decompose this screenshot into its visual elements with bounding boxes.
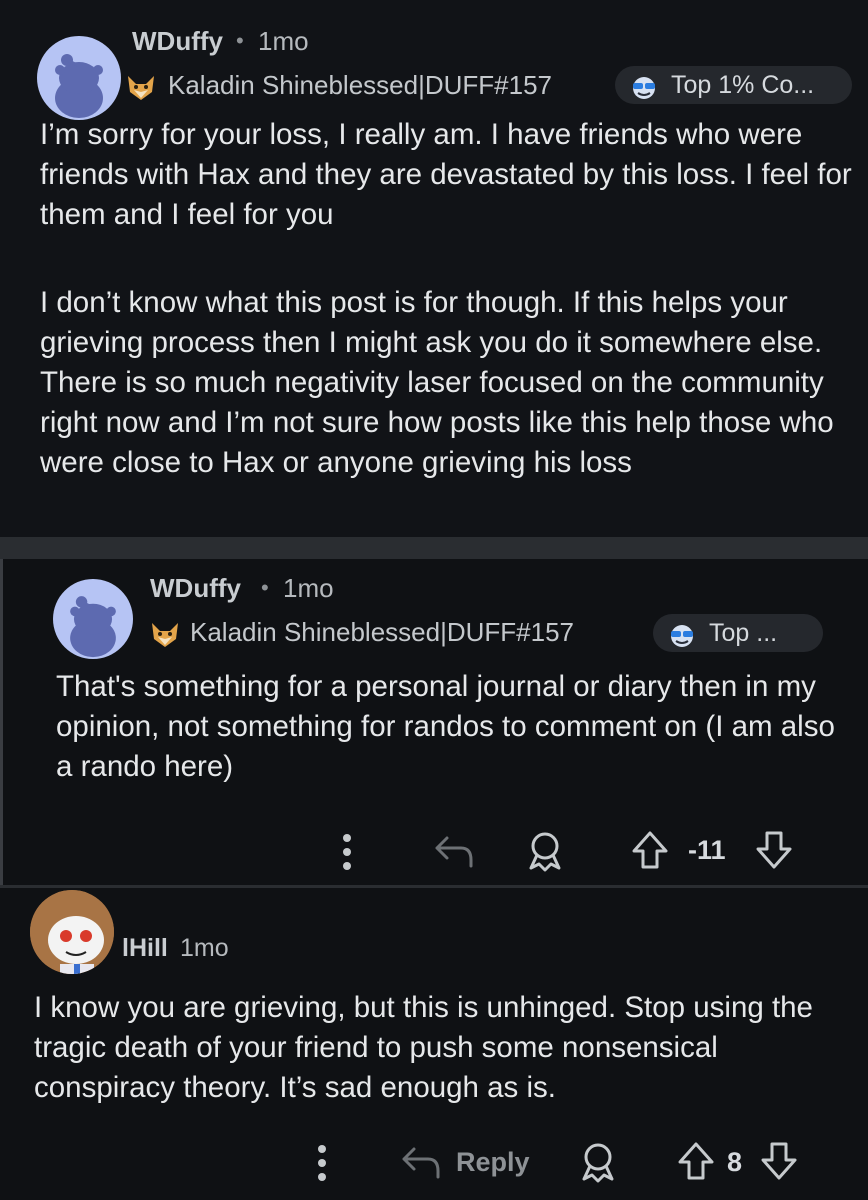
reply-button[interactable]: Reply (456, 1147, 530, 1178)
username[interactable]: WDuffy (132, 26, 223, 57)
comment-paragraph: I’m sorry for your loss, I really am. I … (40, 118, 852, 231)
avatar[interactable] (37, 36, 121, 120)
comment-paragraph: I know you are grieving, but this is unh… (34, 991, 813, 1104)
sunglasses-badge-icon (629, 73, 659, 111)
downvote-arrow-icon[interactable] (760, 1141, 798, 1186)
comment-1: WDuffy • 1mo Kaladin Shineblessed|DUFF#1… (0, 0, 868, 537)
custom-snoo-avatar-icon (30, 890, 114, 974)
fox-flair-icon (148, 619, 182, 654)
achievement-badge[interactable]: Top ... (653, 614, 823, 652)
comment-paragraph: I don’t know what this post is for thoug… (40, 286, 834, 479)
reply-arrow-icon[interactable] (433, 834, 475, 875)
badge-label: Top 1% Co... (671, 71, 815, 99)
user-flair: Kaladin Shineblessed|DUFF#157 (190, 617, 574, 647)
achievement-badge[interactable]: Top 1% Co... (615, 66, 852, 104)
award-icon[interactable] (525, 830, 565, 877)
sunglasses-badge-icon (667, 621, 697, 659)
vote-score: -11 (688, 835, 726, 865)
avatar[interactable] (53, 579, 133, 659)
avatar[interactable] (30, 890, 114, 974)
fox-flair-icon (124, 72, 158, 107)
comment-2: WDuffy • 1mo Kaladin Shineblessed|DUFF#1… (0, 559, 868, 885)
vote-score: 8 (727, 1147, 743, 1177)
award-icon[interactable] (578, 1141, 618, 1188)
more-vertical-icon[interactable] (340, 832, 354, 877)
thread-divider (0, 537, 868, 559)
username[interactable]: lHill (122, 934, 168, 963)
comment-age: 1mo (258, 26, 309, 56)
comment-age: 1mo (283, 573, 334, 603)
user-flair: Kaladin Shineblessed|DUFF#157 (168, 70, 552, 100)
separator-dot: • (261, 575, 269, 600)
comment-paragraph: That's something for a personal journal … (56, 670, 835, 783)
upvote-arrow-icon[interactable] (631, 830, 669, 875)
upvote-arrow-icon[interactable] (677, 1141, 715, 1186)
snoo-avatar-icon (70, 596, 116, 658)
reply-arrow-icon[interactable] (400, 1145, 442, 1186)
comment-3: lHill 1mo I know you are grieving, but t… (0, 888, 868, 1200)
username[interactable]: WDuffy (150, 573, 241, 604)
more-vertical-icon[interactable] (315, 1143, 329, 1188)
comment-age: 1mo (180, 934, 229, 962)
snoo-avatar-icon (55, 54, 103, 118)
separator-dot: • (236, 28, 244, 53)
badge-label: Top ... (709, 619, 778, 647)
downvote-arrow-icon[interactable] (755, 830, 793, 875)
